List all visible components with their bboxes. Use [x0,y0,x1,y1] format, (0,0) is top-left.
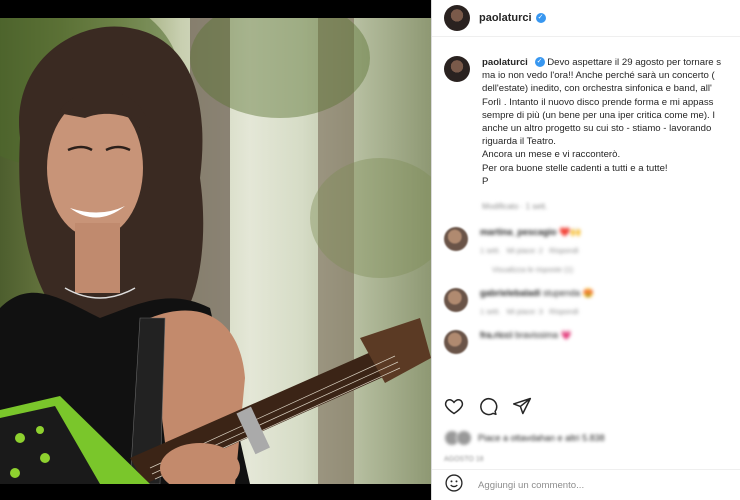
comment-item: martina_pescagio ❤️🙌 1 sett. Mi piace: 2… [444,227,740,274]
author-username[interactable]: paolaturci [479,12,532,24]
likes-summary[interactable]: Piace a ottavdahan e altri 5.838 [444,430,605,446]
emoji-icon[interactable] [444,473,464,498]
comment-icon[interactable] [478,396,498,416]
comment-text: ❤️🙌 [559,227,582,238]
comment-likes[interactable]: Mi piace: 3 [507,307,543,316]
heart-icon[interactable] [444,396,464,416]
caption-username[interactable]: paolaturci [482,57,528,68]
caption-line: Ancora un mese e vi racconterò. [482,149,621,161]
commenter-avatar[interactable] [444,227,468,252]
verified-badge-icon: ✓ [535,13,546,23]
commenter-avatar[interactable] [444,288,468,313]
author-avatar[interactable] [444,5,470,31]
post-side-panel: paolaturci ✓ paolaturci ✓ Devo aspettare… [431,0,740,500]
comment-time: 1 sett. [480,246,501,256]
post-photo[interactable] [0,18,431,484]
caption-line: Per ora buone stelle cadenti a tutti e a… [482,162,668,174]
caption-line: P [482,175,489,187]
reply-button[interactable]: Rispondi [549,246,578,255]
post-caption: paolaturci ✓ Devo aspettare il 29 agosto… [444,56,740,213]
comment-text: stupenda 😍 [543,288,594,299]
post-header: paolaturci ✓ [432,0,740,37]
liker-avatar [456,430,472,446]
caption-line: riguarda il Teatro. [482,136,556,148]
caption-line: anche un altro progetto su cui sto - sti… [482,123,712,135]
add-comment-bar [432,469,740,500]
verified-badge-icon: ✓ [534,57,545,68]
caption-avatar[interactable] [444,56,470,82]
commenter-username[interactable]: gabrielebaladi [480,288,541,298]
caption-line: dell'estate) inedito, con orchestra sinf… [482,83,712,95]
comment-input[interactable] [476,478,710,492]
caption-line: Forlì . Intanto il nuovo disco prende fo… [482,96,714,108]
commenter-avatar[interactable] [444,330,468,355]
commenter-username[interactable]: martina_pescagio [480,227,557,237]
caption-line: sempre di più (un bene per una iper crit… [482,109,716,121]
commenter-username[interactable]: fra.ricci [480,330,513,340]
comments-list[interactable]: paolaturci ✓ Devo aspettare il 29 agosto… [432,44,740,387]
caption-meta: Modificato · 1 sett. [482,202,548,212]
comment-item: gabrielebaladi stupenda 😍 1 sett. Mi pia… [444,288,740,316]
reply-button[interactable]: Rispondi [549,307,578,316]
likes-text[interactable]: Piace a ottavdahan e altri 5.838 [478,433,605,443]
share-icon[interactable] [512,396,532,416]
caption-line: Devo aspettare il 29 agosto per tornare … [547,57,722,68]
view-replies-button[interactable]: Visualizza le risposte (1) [492,265,581,274]
post-actions [444,396,532,416]
caption-line: ma io non vedo l'ora!! Anche perché sarà… [482,70,715,82]
post-date: AGOSTO 18 [444,456,484,463]
comment-text: bravissima 💗 [515,330,572,341]
comment-likes[interactable]: Mi piace: 2 [507,246,543,255]
post-image-illustration [0,18,431,484]
comment-time: 1 sett. [480,307,501,317]
comment-item: fra.ricci bravissima 💗 [444,330,740,355]
